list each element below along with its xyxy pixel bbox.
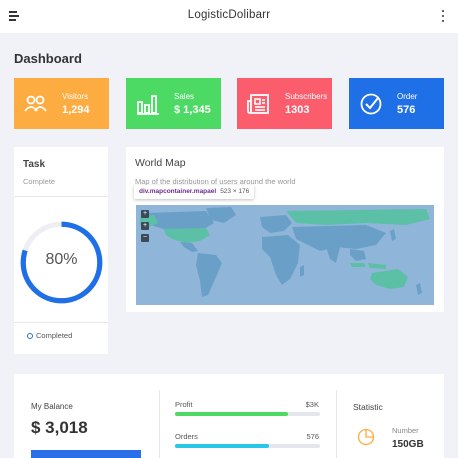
users-icon: [24, 95, 47, 112]
task-card: Task Complete 80% Completed: [14, 147, 108, 354]
balance-value: $ 3,018: [31, 418, 88, 437]
stat-value: 576: [397, 104, 416, 116]
profit-progress: [175, 412, 320, 416]
pie-chart-icon: [357, 428, 375, 446]
land-madagascar: [300, 265, 304, 277]
map-zoom-out-button[interactable]: −: [141, 234, 149, 242]
orders-progress: [175, 444, 320, 448]
legend-label: Completed: [36, 331, 73, 340]
land-india: [326, 247, 340, 263]
number-value: 150GB: [392, 439, 424, 450]
orders-value: 576: [306, 432, 319, 441]
divider: [14, 322, 108, 323]
world-map-graphic: [140, 207, 430, 297]
divider: [159, 390, 160, 458]
task-subtitle: Complete: [23, 177, 56, 186]
land-new-zealand: [416, 283, 422, 295]
land-japan: [390, 229, 396, 241]
divider: [14, 196, 108, 197]
land-africa: [262, 235, 300, 285]
land-southeast-asia: [350, 249, 366, 261]
profit-label: Profit: [175, 400, 193, 409]
stat-value: $ 1,345: [174, 104, 211, 116]
world-map-card: World Map Map of the distribution of use…: [126, 147, 444, 312]
legend-dot-icon: [27, 333, 33, 339]
balance-card: My Balance $ 3,018 Profit $3K Orders 576…: [14, 374, 444, 458]
statistic-title: Statistic: [353, 402, 383, 412]
check-circle-icon: [360, 93, 382, 115]
land-south-america: [196, 253, 222, 297]
task-title: Task: [23, 159, 46, 170]
newspaper-icon: [247, 94, 269, 114]
inspector-size: 523 × 176: [220, 188, 250, 195]
orders-label: Orders: [175, 432, 198, 441]
divider: [336, 390, 337, 458]
land-indonesia-east[interactable]: [368, 263, 386, 269]
orders-progress-fill: [175, 444, 270, 448]
app-header: LogisticDolibarr: [0, 0, 458, 33]
balance-label: My Balance: [31, 402, 73, 411]
stat-value: 1303: [285, 104, 310, 116]
land-australia[interactable]: [370, 269, 408, 289]
stat-label: Order: [397, 92, 418, 101]
land-indonesia[interactable]: [350, 263, 366, 267]
stat-card-subscribers[interactable]: Subscribers 1303: [237, 78, 332, 129]
task-percent: 80%: [45, 251, 78, 268]
number-label: Number: [392, 426, 419, 435]
land-europe: [260, 215, 292, 233]
stat-label: Sales: [174, 92, 195, 101]
profit-progress-fill: [175, 412, 289, 416]
stat-card-order[interactable]: Order 576: [349, 78, 444, 129]
map-title: World Map: [135, 157, 186, 169]
map-zoom-in-button[interactable]: +: [141, 210, 149, 218]
land-russia[interactable]: [286, 209, 430, 225]
land-central-america: [180, 242, 198, 252]
app-title: LogisticDolibarr: [187, 9, 271, 21]
map-zoom-in-button[interactable]: +: [141, 222, 149, 230]
inspector-selector: div.mapcontainer.mapael: [139, 188, 217, 195]
stat-value: 1,294: [62, 104, 90, 116]
inspector-tooltip: div.mapcontainer.mapael 523 × 176: [134, 185, 255, 199]
world-map[interactable]: + + −: [136, 205, 434, 305]
more-options-icon[interactable]: [441, 10, 445, 22]
bar-chart-icon: [137, 95, 159, 115]
balance-action-button[interactable]: [31, 450, 141, 458]
page-title: Dashboard: [14, 51, 82, 66]
stat-card-visitors[interactable]: Visitors 1,294: [14, 78, 109, 129]
land-usa[interactable]: [164, 228, 210, 243]
stat-label: Subscribers: [285, 92, 328, 101]
stat-card-sales[interactable]: Sales $ 1,345: [126, 78, 221, 129]
profit-value: $3K: [305, 400, 319, 409]
stat-label: Visitors: [62, 92, 89, 101]
